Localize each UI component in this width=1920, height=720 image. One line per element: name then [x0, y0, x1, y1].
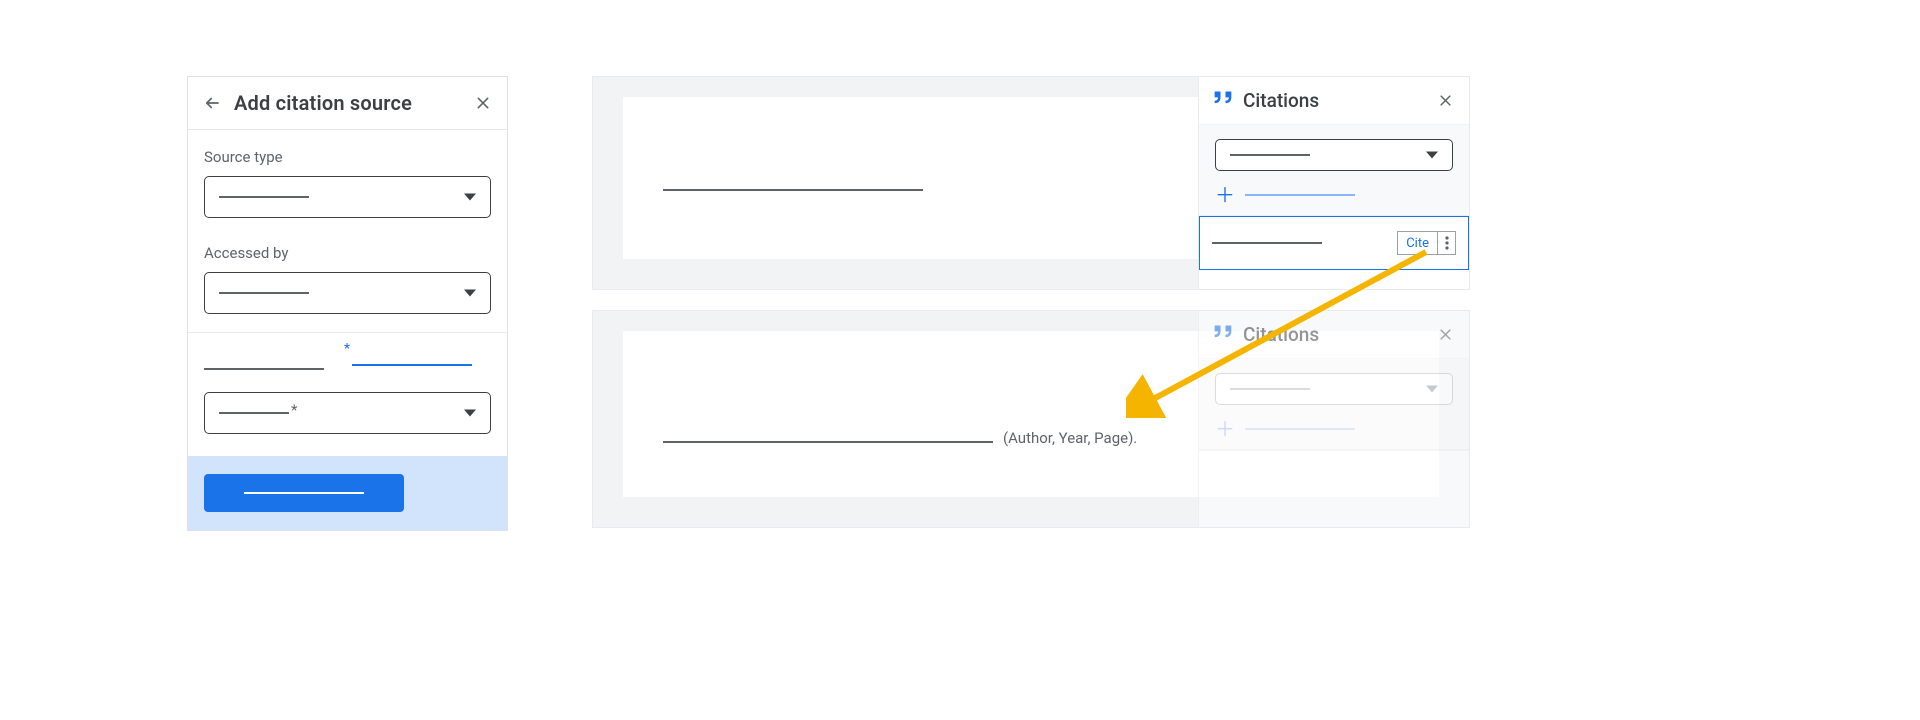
citations-header: Citations [1199, 311, 1469, 359]
accessed-by-label: Accessed by [204, 244, 491, 262]
inline-citation-text: (Author, Year, Page). [1003, 429, 1137, 447]
citations-body: ＋ [1199, 125, 1469, 216]
panel-title: Add citation source [234, 91, 461, 115]
citations-panel-faded: Citations ＋ [1198, 310, 1470, 528]
plus-icon: ＋ [1215, 419, 1235, 439]
quote-icon [1213, 325, 1233, 345]
required-text-field[interactable]: * [352, 351, 472, 370]
citation-format-select[interactable] [1215, 139, 1453, 171]
citations-panel: Citations ＋ Cite [1198, 76, 1470, 290]
required-select[interactable]: * [204, 392, 491, 434]
add-citation-source-row[interactable]: ＋ [1215, 419, 1453, 439]
add-source-label-placeholder [1245, 194, 1355, 196]
cite-button[interactable]: Cite [1398, 236, 1437, 251]
add-source-label-placeholder [1245, 428, 1355, 430]
source-title-placeholder [1212, 242, 1322, 244]
panel-footer [188, 456, 507, 530]
cite-chip: Cite [1397, 231, 1456, 255]
citations-body: ＋ [1199, 359, 1469, 450]
required-star-icon: * [291, 401, 297, 419]
select-value-placeholder [219, 196, 309, 198]
chevron-down-icon [464, 290, 476, 297]
citation-format-select[interactable] [1215, 373, 1453, 405]
document-text-placeholder [663, 441, 993, 443]
add-citation-source-panel: Add citation source Source type Accessed… [187, 76, 508, 531]
chevron-down-icon [1426, 386, 1438, 393]
accessed-by-select[interactable] [204, 272, 491, 314]
citations-title: Citations [1243, 323, 1425, 346]
more-options-button[interactable] [1437, 232, 1455, 254]
submit-button[interactable] [204, 474, 404, 512]
button-label-placeholder [244, 492, 364, 494]
field-row: * [204, 333, 491, 370]
citation-source-item [1199, 450, 1469, 483]
source-type-select[interactable] [204, 176, 491, 218]
citations-header: Citations [1199, 77, 1469, 125]
select-value-placeholder [219, 292, 309, 294]
chevron-down-icon [1426, 152, 1438, 159]
text-field[interactable] [204, 368, 324, 370]
chevron-down-icon [464, 410, 476, 417]
plus-icon: ＋ [1215, 185, 1235, 205]
citations-title: Citations [1243, 89, 1425, 112]
quote-icon [1213, 91, 1233, 111]
required-star-icon: * [344, 341, 350, 357]
citation-source-card[interactable]: Cite [1199, 216, 1469, 270]
close-icon[interactable] [473, 93, 493, 113]
select-value-placeholder [1230, 388, 1310, 390]
close-icon[interactable] [1435, 325, 1455, 345]
close-icon[interactable] [1435, 91, 1455, 111]
panel-body: Source type Accessed by * * [188, 130, 507, 434]
source-type-label: Source type [204, 148, 491, 166]
select-value-placeholder [1230, 154, 1310, 156]
document-text-placeholder [663, 189, 923, 191]
chevron-down-icon [464, 194, 476, 201]
select-value-placeholder [219, 412, 289, 414]
panel-header: Add citation source [188, 77, 507, 130]
add-citation-source-row[interactable]: ＋ [1215, 185, 1453, 205]
back-arrow-icon[interactable] [202, 93, 222, 113]
